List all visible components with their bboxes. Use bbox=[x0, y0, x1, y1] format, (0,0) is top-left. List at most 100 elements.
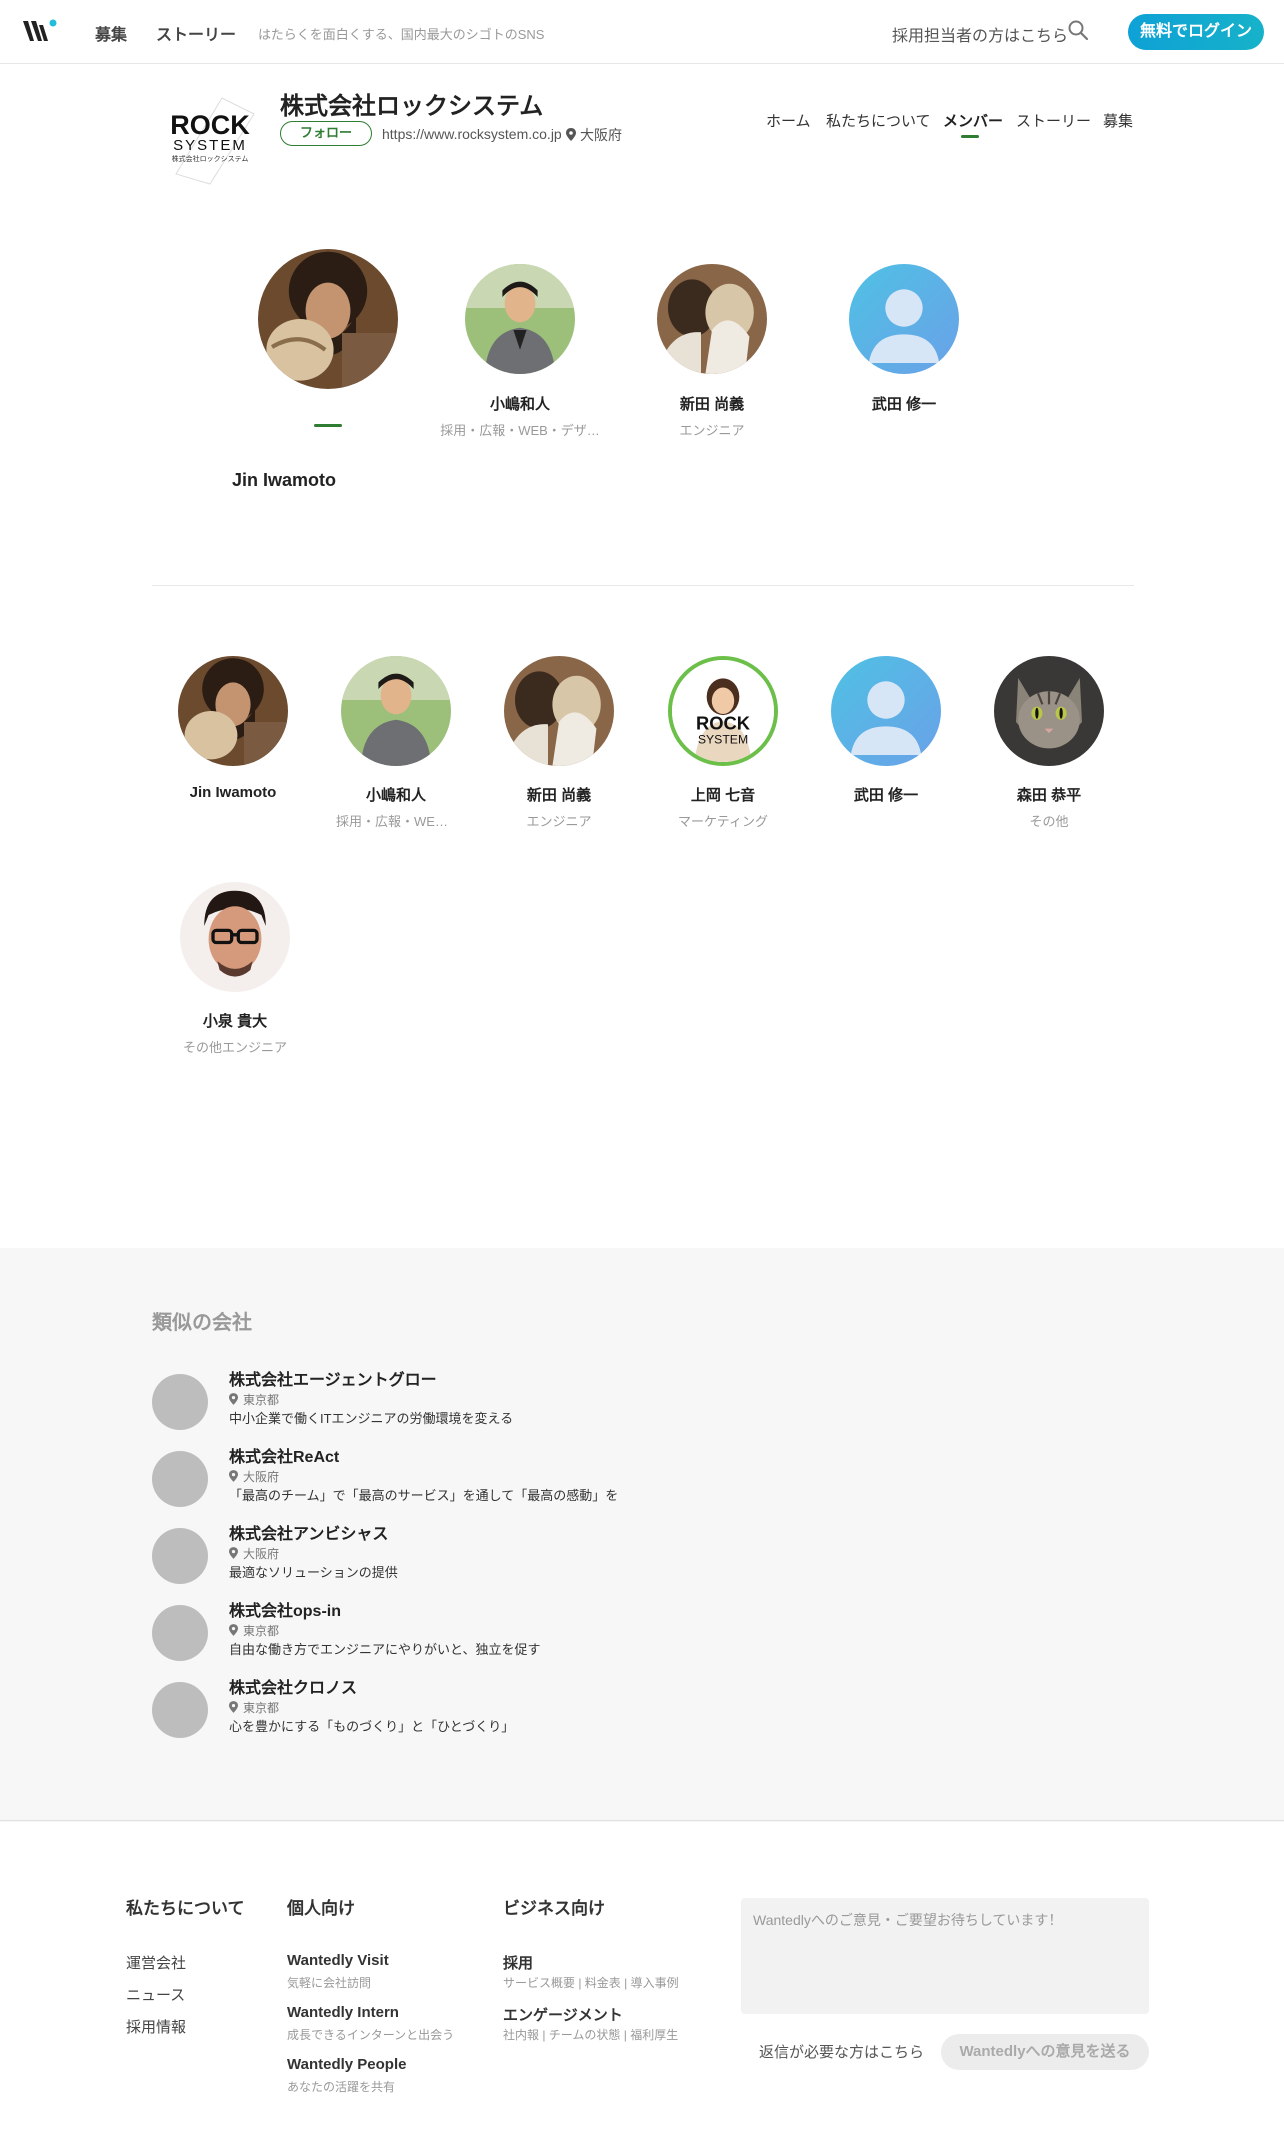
similar-company-name[interactable]: 株式会社ReAct bbox=[229, 1443, 339, 1467]
footer-link-company[interactable]: 運営会社 bbox=[126, 1952, 186, 1973]
location-pin-icon bbox=[229, 1470, 239, 1483]
member-avatar-nitta[interactable] bbox=[504, 656, 614, 766]
similar-company-location: 東京都 bbox=[229, 1391, 279, 1408]
logo-text-system: SYSTEM bbox=[173, 137, 247, 154]
tab-members[interactable]: メンバー bbox=[943, 110, 1003, 131]
send-feedback-button[interactable]: Wantedlyへの意見を送る bbox=[941, 2034, 1149, 2070]
location-pin-icon bbox=[229, 1701, 239, 1714]
footer-link-hiring[interactable]: 採用 bbox=[503, 1952, 533, 1973]
footer-engagement-sub[interactable]: 社内報 | チームの状態 | 福利厚生 bbox=[503, 2026, 678, 2043]
featured-member-name: 小嶋和人 bbox=[489, 396, 550, 413]
similar-company-name[interactable]: 株式会社エージェントグロー bbox=[229, 1366, 437, 1390]
follow-button[interactable]: フォロー bbox=[280, 121, 372, 146]
member-role: その他エンジニア bbox=[182, 1040, 287, 1055]
wantedly-logo-icon[interactable] bbox=[22, 17, 58, 45]
nav-stories[interactable]: ストーリー bbox=[156, 21, 236, 45]
footer-visit-sub: 気軽に会社訪問 bbox=[287, 1976, 372, 1990]
similar-company-location: 大阪府 bbox=[229, 1545, 279, 1562]
similar-company-location-text: 東京都 bbox=[243, 1393, 280, 1407]
company-name: 株式会社ロックシステム bbox=[280, 93, 544, 120]
featured-member-role: エンジニア bbox=[679, 423, 745, 438]
footer-people-sub: あなたの活躍を共有 bbox=[287, 2080, 396, 2094]
member-avatar-kojima[interactable] bbox=[341, 656, 451, 766]
tagline: はたらくを面白くする、国内最大のシゴトのSNS bbox=[258, 27, 545, 42]
similar-company-name[interactable]: 株式会社アンビシャス bbox=[229, 1520, 388, 1544]
member-role: エンジニア bbox=[526, 814, 592, 829]
feedback-textarea[interactable]: Wantedlyへのご意見・ご要望お待ちしています！ bbox=[741, 1898, 1149, 2014]
similar-company-location: 大阪府 bbox=[229, 1468, 279, 1485]
reply-needed-link[interactable]: 返信が必要な方はこちら bbox=[759, 2041, 924, 2062]
featured-member-avatar-nitta[interactable] bbox=[657, 264, 767, 374]
similar-company-item[interactable]: 株式会社アンビシャス 大阪府 最適なソリューションの提供 bbox=[152, 1520, 852, 1590]
company-logo[interactable]: ROCK SYSTEM 株式会社ロックシステム bbox=[162, 94, 258, 186]
member-avatar-takeda[interactable] bbox=[831, 656, 941, 766]
footer-link-people[interactable]: Wantedly People bbox=[287, 2056, 406, 2073]
member-name: 上岡 七音 bbox=[690, 787, 756, 804]
section-divider bbox=[152, 585, 1134, 586]
member-avatar-koizumi[interactable] bbox=[180, 882, 290, 992]
tab-recruitment[interactable]: 募集 bbox=[1103, 110, 1133, 131]
tab-home[interactable]: ホーム bbox=[766, 110, 811, 131]
similar-company-description: 自由な働き方でエンジニアにやりがいと、独立を促す bbox=[229, 1642, 541, 1657]
tab-stories[interactable]: ストーリー bbox=[1016, 110, 1091, 131]
featured-member-name: 新田 尚義 bbox=[679, 396, 745, 413]
member-name: 新田 尚義 bbox=[526, 787, 592, 804]
location-pin-icon bbox=[566, 128, 576, 141]
member-name: Jin Iwamoto bbox=[189, 784, 277, 801]
selected-member-name: Jin Iwamoto bbox=[232, 470, 337, 490]
featured-member-name: 武田 修一 bbox=[871, 396, 937, 413]
footer-link-news[interactable]: ニュース bbox=[126, 1984, 185, 2005]
similar-company-location-text: 大阪府 bbox=[243, 1547, 280, 1561]
location-pin-icon bbox=[229, 1393, 239, 1406]
similar-company-description: 中小企業で働くITエンジニアの労働環境を変える bbox=[229, 1411, 514, 1426]
location-pin-icon bbox=[229, 1547, 239, 1560]
footer-link-careers[interactable]: 採用情報 bbox=[126, 2016, 186, 2037]
footer-business-heading: ビジネス向け bbox=[503, 1899, 605, 1918]
similar-company-item[interactable]: 株式会社ops-in 東京都 自由な働き方でエンジニアにやりがいと、独立を促す bbox=[152, 1597, 852, 1667]
login-button[interactable]: 無料でログイン bbox=[1128, 14, 1264, 50]
similar-company-location-text: 大阪府 bbox=[243, 1470, 280, 1484]
similar-company-logo bbox=[152, 1605, 208, 1661]
similar-company-description: 心を豊かにする「ものづくり」と「ひとづくり」 bbox=[229, 1719, 515, 1734]
footer-personal-heading: 個人向け bbox=[287, 1899, 355, 1918]
similar-company-name[interactable]: 株式会社クロノス bbox=[229, 1674, 357, 1698]
similar-company-location: 東京都 bbox=[229, 1622, 279, 1639]
featured-member-avatar-takeda[interactable] bbox=[849, 264, 959, 374]
recruiter-link[interactable]: 採用担当者の方はこちら bbox=[892, 22, 1068, 46]
similar-companies-title: 類似の会社 bbox=[152, 1312, 252, 1334]
featured-member-role: 採用・広報・WEB・デザ… bbox=[440, 423, 600, 438]
similar-company-item[interactable]: 株式会社ReAct 大阪府 「最高のチーム」で「最高のサービス」を通して「最高の… bbox=[152, 1443, 852, 1513]
member-avatar-jin[interactable] bbox=[178, 656, 288, 766]
member-avatar-morita[interactable] bbox=[994, 656, 1104, 766]
similar-company-logo bbox=[152, 1451, 208, 1507]
similar-company-item[interactable]: 株式会社クロノス 東京都 心を豊かにする「ものづくり」と「ひとづくり」 bbox=[152, 1674, 852, 1744]
similar-company-location-text: 東京都 bbox=[243, 1701, 280, 1715]
featured-member-avatar-jin[interactable] bbox=[258, 249, 398, 389]
company-location: 大阪府 bbox=[566, 125, 622, 145]
search-icon[interactable] bbox=[1066, 18, 1090, 42]
footer-link-engagement[interactable]: エンゲージメント bbox=[503, 2004, 623, 2025]
footer-hiring-sub[interactable]: サービス概要 | 料金表 | 導入事例 bbox=[503, 1974, 679, 1991]
member-name: 小泉 貴大 bbox=[202, 1013, 268, 1030]
similar-company-logo bbox=[152, 1374, 208, 1430]
member-name: 武田 修一 bbox=[853, 787, 919, 804]
similar-company-description: 「最高のチーム」で「最高のサービス」を通して「最高の感動」を bbox=[229, 1488, 619, 1503]
location-pin-icon bbox=[229, 1624, 239, 1637]
similar-company-location: 東京都 bbox=[229, 1699, 279, 1716]
active-tab-indicator bbox=[961, 135, 979, 138]
footer-intern-sub: 成長できるインターンと出会う bbox=[287, 2028, 455, 2042]
footer-link-intern[interactable]: Wantedly Intern bbox=[287, 2004, 399, 2021]
tab-about[interactable]: 私たちについて bbox=[826, 110, 931, 131]
member-avatar-kamioka[interactable]: ROCK SYSTEM bbox=[668, 656, 778, 766]
member-role: その他 bbox=[1029, 814, 1069, 829]
footer-link-visit[interactable]: Wantedly Visit bbox=[287, 1952, 389, 1969]
top-header: 募集 ストーリー はたらくを面白くする、国内最大のシゴトのSNS 採用担当者の方… bbox=[0, 0, 1284, 64]
similar-company-item[interactable]: 株式会社エージェントグロー 東京都 中小企業で働くITエンジニアの労働環境を変え… bbox=[152, 1366, 852, 1436]
featured-member-avatar-kojima[interactable] bbox=[465, 264, 575, 374]
similar-company-location-text: 東京都 bbox=[243, 1624, 280, 1638]
logo-text-company: 株式会社ロックシステム bbox=[172, 154, 249, 163]
similar-company-name[interactable]: 株式会社ops-in bbox=[229, 1597, 341, 1621]
nav-recruitment[interactable]: 募集 bbox=[95, 21, 127, 45]
footer-divider bbox=[0, 1820, 1284, 1821]
company-url[interactable]: https://www.rocksystem.co.jp bbox=[382, 126, 562, 142]
